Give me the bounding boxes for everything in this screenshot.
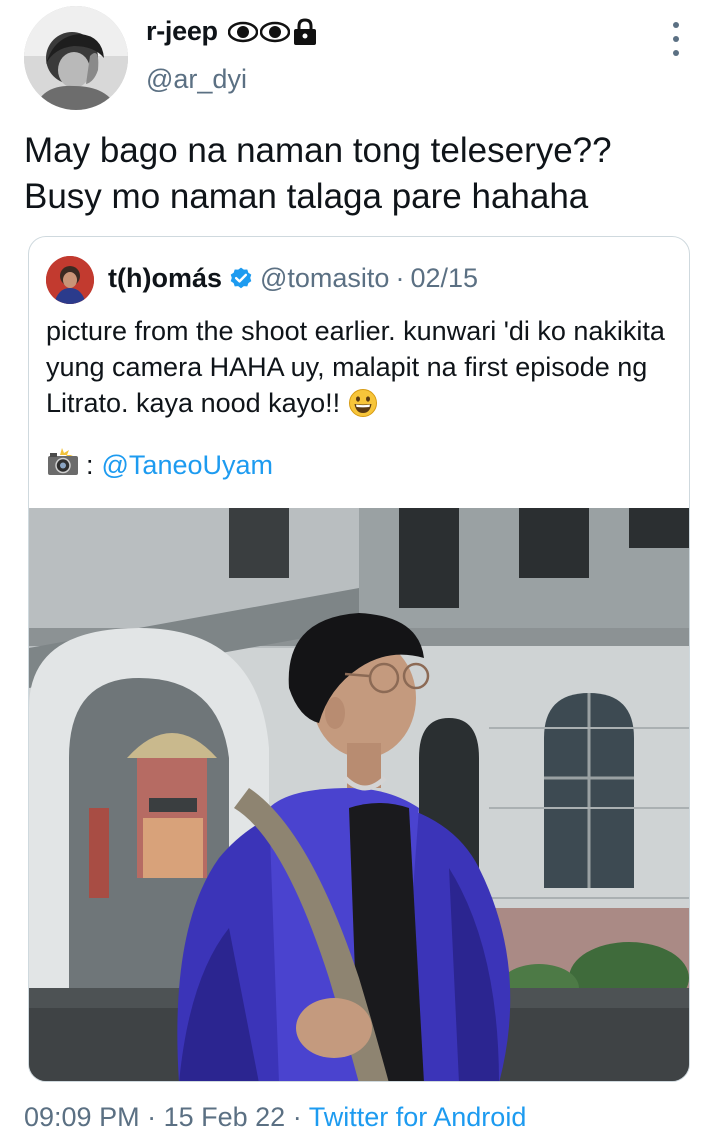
quoted-date[interactable]: 02/15 <box>410 263 478 294</box>
photo-image <box>29 508 689 1081</box>
camera-flash-icon <box>46 447 80 484</box>
photo-credit: : @TaneoUyam <box>46 447 273 484</box>
quoted-tweet-header: t(h)omás @tomasito · 02/15 <box>108 263 478 294</box>
tweet-meta: 09:09 PM · 15 Feb 22 · Twitter for Andro… <box>24 1102 526 1133</box>
tweet-source-link[interactable]: Twitter for Android <box>309 1102 527 1132</box>
quoted-author-avatar[interactable] <box>46 256 94 304</box>
eye-emoji-icon <box>227 21 258 42</box>
grinning-face-emoji-icon <box>348 388 378 427</box>
tweet-text: May bago na naman tong teleserye?? Busy … <box>24 131 612 216</box>
quoted-tweet-text: picture from the shoot earlier. kunwari … <box>46 313 686 427</box>
header-separator: · <box>395 263 405 293</box>
lock-icon <box>293 17 316 45</box>
author-avatar[interactable] <box>24 6 128 110</box>
eye-emoji-icon <box>259 21 290 42</box>
tweet-date[interactable]: 15 Feb 22 <box>164 1102 286 1132</box>
author-name-badges <box>227 17 318 46</box>
quoted-tweet-card[interactable]: t(h)omás @tomasito · 02/15 picture from … <box>28 236 690 1082</box>
meta-separator: · <box>147 1102 157 1132</box>
quoted-avatar-image <box>46 256 94 304</box>
author-name-row: r-jeep <box>146 16 318 47</box>
quoted-display-name[interactable]: t(h)omás <box>108 263 222 294</box>
author-avatar-image <box>24 6 128 110</box>
tweet-time[interactable]: 09:09 PM <box>24 1102 140 1132</box>
more-options-icon[interactable] <box>664 22 688 56</box>
quoted-tweet-photo[interactable] <box>29 508 689 1081</box>
quoted-handle[interactable]: @tomasito <box>260 263 389 294</box>
credit-mention-link[interactable]: @TaneoUyam <box>102 450 273 481</box>
meta-separator: · <box>292 1102 302 1132</box>
author-display-name[interactable]: r-jeep <box>146 16 218 47</box>
verified-badge-icon <box>228 266 254 292</box>
author-handle[interactable]: @ar_dyi <box>146 64 247 95</box>
credit-separator: : <box>86 450 94 480</box>
